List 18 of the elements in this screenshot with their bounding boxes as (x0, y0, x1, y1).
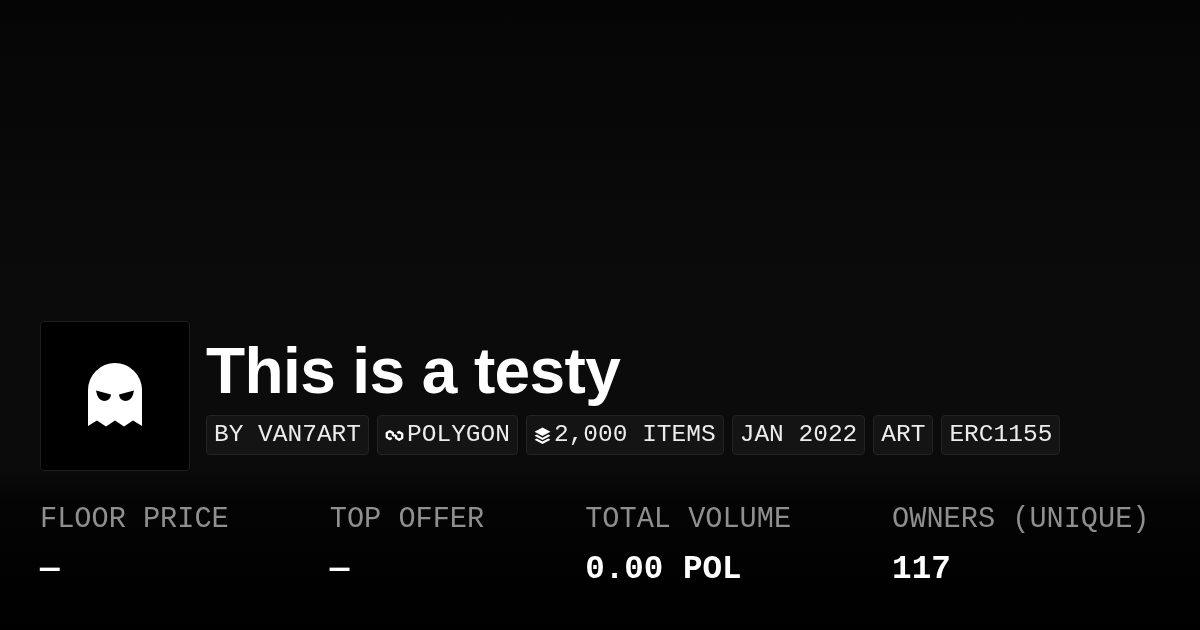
stat-value: 0.00 POL (585, 551, 742, 589)
chain-link-icon (385, 427, 405, 443)
tag-text: ART (881, 420, 926, 450)
stat-label: TOP OFFER (329, 503, 485, 537)
stat-value: — (329, 551, 350, 589)
layers-icon (533, 426, 551, 444)
tag-text: JAN 2022 (739, 420, 858, 450)
stat-label: TOTAL VOLUME (585, 503, 792, 537)
stat-value: — (40, 551, 60, 589)
stat-label: FLOOR PRICE (40, 503, 229, 537)
tag-text: POLYGON (407, 420, 510, 450)
tag-text: BY VAN7ART (214, 420, 362, 450)
stat-label: OWNERS (UNIQUE) (892, 503, 1150, 537)
tag-text: ERC1155 (949, 420, 1053, 450)
collection-title: This is a testy (206, 337, 621, 405)
stat-value: 117 (892, 551, 951, 589)
tag-text: 2,000 ITEMS (553, 420, 716, 450)
ghost-icon (88, 363, 142, 429)
